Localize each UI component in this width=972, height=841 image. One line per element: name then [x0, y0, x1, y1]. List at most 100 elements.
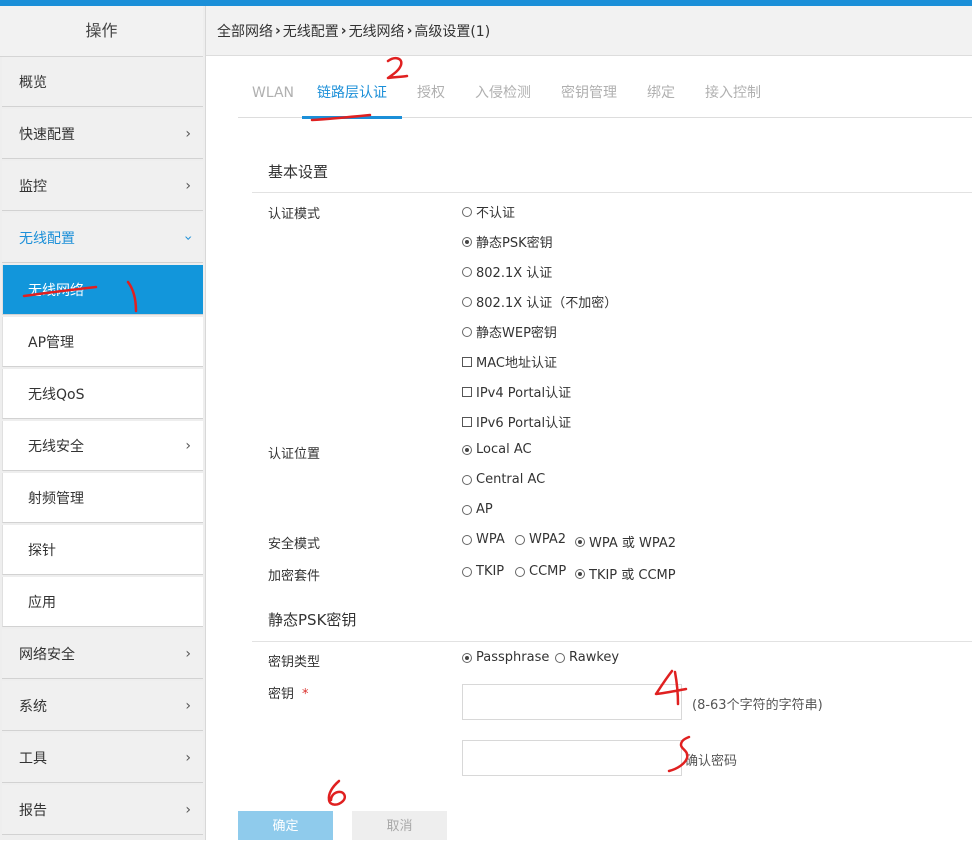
checkbox-icon[interactable]: [462, 386, 472, 397]
auth-location-ap-radio[interactable]: AP: [462, 502, 493, 517]
sidebar-item-label: 系统: [19, 698, 47, 715]
sidebar-item-tools[interactable]: 工具 ›: [2, 733, 203, 783]
annotation-number-6: [327, 779, 347, 806]
sidebar-item-label: 概览: [19, 74, 47, 91]
radio-checked-icon[interactable]: [575, 536, 585, 547]
auth-mode-8021x-noencrypt-radio[interactable]: 802.1X 认证（不加密）: [462, 292, 617, 311]
auth-location-label: 认证位置: [268, 447, 321, 462]
option-label: TKIP 或 CCMP: [589, 568, 676, 583]
checkbox-icon[interactable]: [462, 416, 472, 427]
sidebar-item-application[interactable]: 应用: [2, 577, 203, 627]
sidebar-header: 操作: [0, 6, 203, 57]
required-mark: *: [302, 687, 309, 702]
sidebar-item-overview[interactable]: 概览: [2, 57, 203, 107]
cipher-tkip-or-ccmp-radio[interactable]: TKIP 或 CCMP: [575, 564, 676, 583]
tab-binding[interactable]: 绑定: [646, 76, 676, 118]
radio-unchecked-icon[interactable]: [462, 474, 472, 485]
sidebar-item-quick-config[interactable]: 快速配置 ›: [2, 109, 203, 159]
section-divider: [252, 641, 972, 642]
radio-checked-icon[interactable]: [462, 236, 472, 247]
sidebar-item-ap-management[interactable]: AP管理: [2, 317, 203, 367]
sidebar-item-system[interactable]: 系统 ›: [2, 681, 203, 731]
radio-unchecked-icon[interactable]: [462, 326, 472, 337]
sidebar-item-label: 无线安全: [28, 438, 84, 455]
sidebar-item-network-security[interactable]: 网络安全 ›: [2, 629, 203, 679]
radio-unchecked-icon[interactable]: [462, 206, 472, 217]
checkbox-icon[interactable]: [462, 356, 472, 367]
radio-unchecked-icon[interactable]: [515, 566, 525, 577]
option-label: 静态WEP密钥: [476, 326, 557, 341]
sidebar-item-reports[interactable]: 报告 ›: [2, 785, 203, 835]
chevron-right-icon: ›: [185, 749, 191, 766]
security-mode-wpa2-radio[interactable]: WPA2: [515, 532, 566, 547]
chevron-right-icon: ›: [185, 437, 191, 454]
cipher-ccmp-radio[interactable]: CCMP: [515, 564, 566, 579]
sidebar-item-probe[interactable]: 探针: [2, 525, 203, 575]
tab-access-control[interactable]: 接入控制: [704, 76, 762, 118]
radio-unchecked-icon[interactable]: [462, 266, 472, 277]
radio-unchecked-icon[interactable]: [555, 652, 565, 663]
security-mode-wpa-or-wpa2-radio[interactable]: WPA 或 WPA2: [575, 532, 676, 551]
auth-mode-static-psk-radio[interactable]: 静态PSK密钥: [462, 232, 553, 251]
key-hint: (8-63个字符的字符串): [692, 698, 823, 713]
sidebar: 操作 概览 快速配置 › 监控 › 无线配置 › 无线网络 AP管理 无线QoS…: [0, 6, 206, 840]
option-label: Rawkey: [569, 650, 620, 665]
sidebar-item-wireless-qos[interactable]: 无线QoS: [2, 369, 203, 419]
sidebar-item-label: 报告: [19, 802, 47, 819]
option-label: 802.1X 认证: [476, 266, 553, 281]
auth-mode-none-radio[interactable]: 不认证: [462, 202, 515, 221]
breadcrumb-separator-icon: ›: [340, 22, 347, 39]
radio-checked-icon[interactable]: [575, 568, 585, 579]
sidebar-item-label: AP管理: [28, 334, 75, 351]
sidebar-item-wireless-config[interactable]: 无线配置 ›: [2, 213, 203, 263]
sidebar-item-label: 网络安全: [19, 646, 75, 663]
breadcrumb-separator-icon: ›: [275, 22, 281, 39]
radio-unchecked-icon[interactable]: [462, 534, 472, 545]
key-type-passphrase-radio[interactable]: Passphrase: [462, 650, 549, 665]
radio-checked-icon[interactable]: [462, 444, 472, 455]
auth-mac-checkbox[interactable]: MAC地址认证: [462, 352, 557, 371]
breadcrumb-item[interactable]: 无线网络: [349, 21, 405, 41]
cancel-button[interactable]: 取消: [352, 811, 447, 840]
chevron-right-icon: ›: [185, 177, 191, 194]
tab-link-layer-auth[interactable]: 链路层认证: [302, 76, 402, 119]
key-type-rawkey-radio[interactable]: Rawkey: [555, 650, 619, 665]
breadcrumb-item[interactable]: 无线配置: [283, 21, 339, 41]
option-label: MAC地址认证: [476, 356, 557, 371]
radio-unchecked-icon[interactable]: [515, 534, 525, 545]
chevron-down-icon: ›: [180, 234, 197, 241]
tab-wlan[interactable]: WLAN: [252, 76, 294, 118]
sidebar-item-wireless-network[interactable]: 无线网络: [2, 265, 203, 315]
auth-ipv4-portal-checkbox[interactable]: IPv4 Portal认证: [462, 382, 571, 401]
auth-mode-static-wep-radio[interactable]: 静态WEP密钥: [462, 322, 557, 341]
key-type-label: 密钥类型: [268, 655, 321, 670]
security-mode-wpa-radio[interactable]: WPA: [462, 532, 505, 547]
tab-authorization[interactable]: 授权: [416, 76, 446, 118]
auth-ipv6-portal-checkbox[interactable]: IPv6 Portal认证: [462, 412, 571, 431]
confirm-key-input[interactable]: [462, 740, 682, 776]
radio-unchecked-icon[interactable]: [462, 296, 472, 307]
radio-unchecked-icon[interactable]: [462, 504, 472, 515]
radio-unchecked-icon[interactable]: [462, 566, 472, 577]
key-input[interactable]: [462, 684, 682, 720]
auth-location-central-ac-radio[interactable]: Central AC: [462, 472, 545, 487]
tab-intrusion-detection[interactable]: 入侵检测: [474, 76, 532, 118]
tab-key-management[interactable]: 密钥管理: [560, 76, 618, 118]
option-label: Local AC: [476, 442, 532, 457]
option-label: 静态PSK密钥: [476, 236, 553, 251]
option-label: 不认证: [476, 206, 516, 221]
sidebar-item-rf-management[interactable]: 射频管理: [2, 473, 203, 523]
sidebar-item-monitor[interactable]: 监控 ›: [2, 161, 203, 211]
confirm-button[interactable]: 确定: [238, 811, 333, 840]
sidebar-item-wireless-security[interactable]: 无线安全 ›: [2, 421, 203, 471]
radio-checked-icon[interactable]: [462, 652, 472, 663]
cipher-tkip-radio[interactable]: TKIP: [462, 564, 504, 579]
auth-location-local-ac-radio[interactable]: Local AC: [462, 442, 532, 457]
section-title-psk: 静态PSK密钥: [268, 611, 357, 629]
breadcrumb-item[interactable]: 全部网络: [217, 21, 273, 41]
sidebar-item-label: 应用: [28, 594, 56, 611]
auth-mode-8021x-radio[interactable]: 802.1X 认证: [462, 262, 552, 281]
option-label: WPA: [476, 532, 505, 547]
option-label: 802.1X 认证（不加密）: [476, 296, 618, 311]
tab-bar: WLAN 链路层认证 授权 入侵检测 密钥管理 绑定 接入控制: [238, 76, 972, 119]
